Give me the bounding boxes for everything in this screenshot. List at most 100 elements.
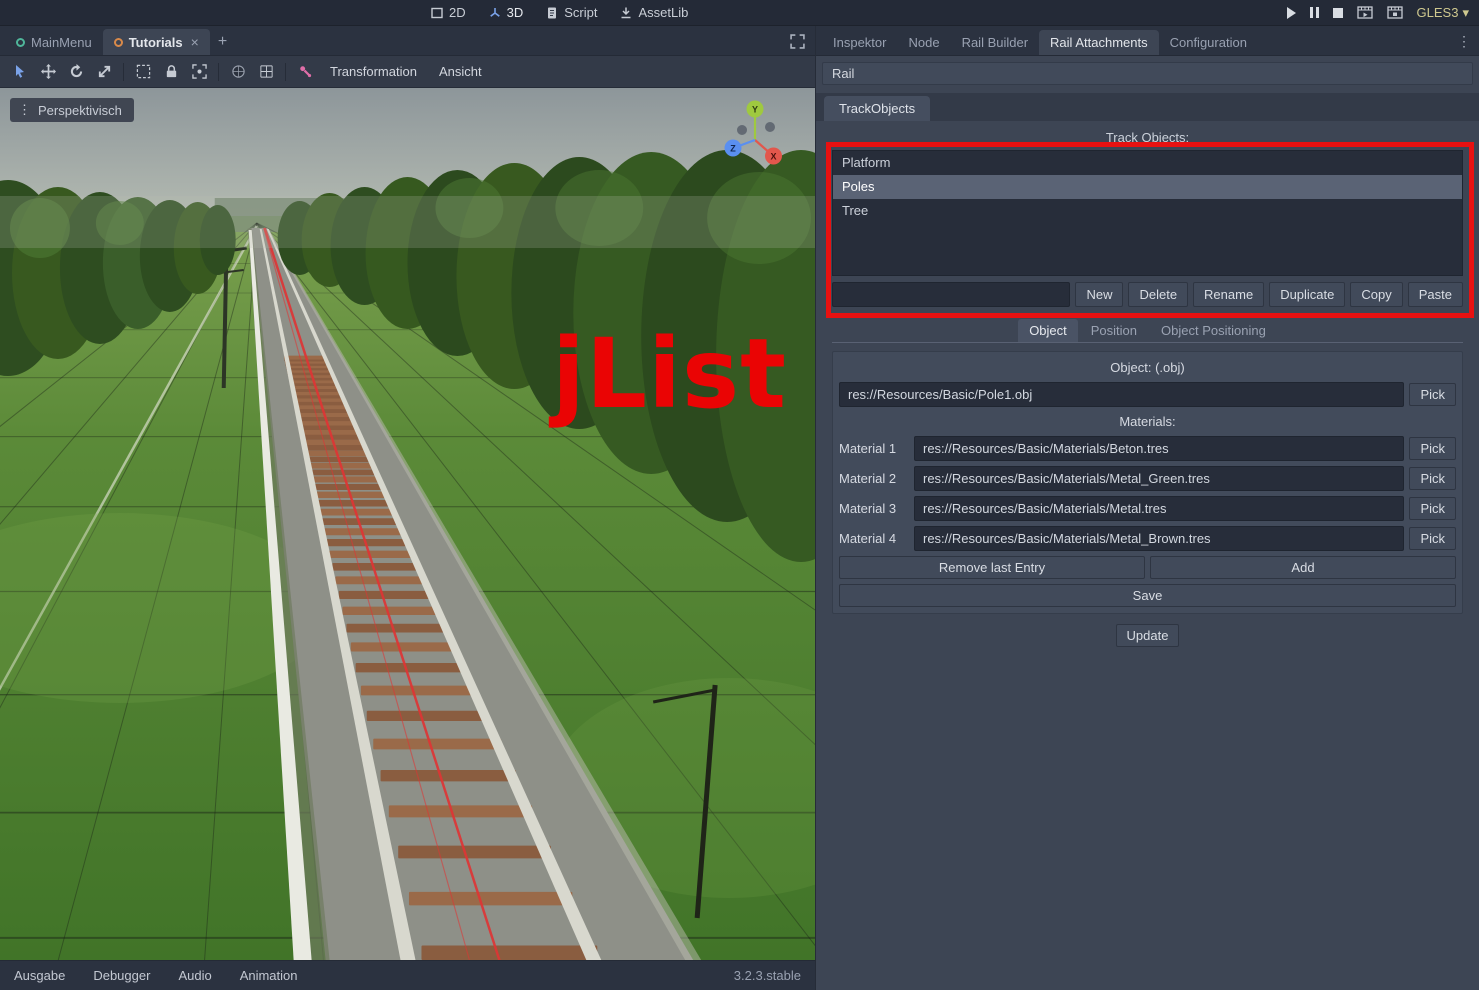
mode-2d-label: 2D — [449, 5, 466, 20]
viewport-watermark: jList — [552, 318, 788, 430]
dock-menu-icon[interactable]: ⋮ — [1457, 33, 1471, 50]
tab-object-positioning[interactable]: Object Positioning — [1150, 319, 1277, 342]
scene-tab-mainmenu[interactable]: MainMenu — [5, 30, 103, 55]
scene-tab-tutorials[interactable]: Tutorials × — [102, 29, 210, 55]
material-4-field[interactable] — [914, 526, 1405, 551]
tab-rail-attachments[interactable]: Rail Attachments — [1039, 30, 1159, 55]
rotate-tool-icon[interactable] — [64, 60, 88, 84]
entry-action-row: Remove last Entry Add — [839, 556, 1456, 579]
rename-button[interactable]: Rename — [1193, 282, 1265, 307]
pick-material-4-button[interactable]: Pick — [1409, 527, 1456, 550]
bottom-tab-debugger[interactable]: Debugger — [93, 968, 150, 983]
viewport-toolbar: Transformation Ansicht — [0, 56, 815, 88]
list-item-poles[interactable]: Poles — [833, 175, 1462, 199]
copy-button[interactable]: Copy — [1350, 282, 1403, 307]
play-button[interactable] — [1286, 6, 1296, 19]
mode-script-button[interactable]: Script — [545, 5, 597, 20]
object-path-row: Pick — [839, 382, 1456, 407]
scene-icon — [113, 37, 123, 47]
rail-header-button[interactable]: Rail — [822, 62, 1473, 85]
bottom-tab-audio[interactable]: Audio — [178, 968, 211, 983]
move-tool-icon[interactable] — [36, 60, 60, 84]
mode-script-label: Script — [564, 5, 598, 20]
bottom-tab-ausgabe[interactable]: Ausgabe — [14, 968, 65, 983]
axis-gizmo[interactable]: Y X Z — [709, 96, 801, 178]
assetlib-download-icon — [621, 7, 631, 18]
tab-inspektor[interactable]: Inspektor — [822, 30, 897, 55]
material-2-label: Material 2 — [839, 471, 897, 486]
select-tool-icon[interactable] — [8, 60, 32, 84]
delete-button[interactable]: Delete — [1128, 282, 1189, 307]
perspective-menu-button[interactable]: ⋮ Perspektivisch — [10, 98, 134, 122]
play-scene-icon[interactable] — [1356, 6, 1373, 19]
bottom-tab-animation[interactable]: Animation — [240, 968, 298, 983]
scale-tool-icon[interactable] — [92, 60, 116, 84]
object-path-field[interactable] — [839, 382, 1405, 407]
mode-2d-button[interactable]: 2D — [430, 5, 466, 20]
playback-controls: GLES3 ▾ — [1286, 5, 1469, 21]
remove-last-entry-button[interactable]: Remove last Entry — [839, 556, 1145, 579]
tab-object[interactable]: Object — [1018, 319, 1078, 342]
rect-select-icon[interactable] — [131, 60, 155, 84]
list-action-row: New Delete Rename Duplicate Copy Paste — [832, 282, 1463, 307]
3d-scene-render — [0, 88, 815, 960]
tab-rail-builder-label: Rail Builder — [961, 35, 1029, 50]
play-custom-scene-icon[interactable] — [1386, 6, 1403, 19]
new-scene-tab-button[interactable]: + — [210, 33, 235, 55]
renderer-dropdown[interactable]: GLES3 ▾ — [1417, 5, 1469, 21]
scene-tab-tutorials-label: Tutorials — [128, 34, 183, 50]
mode-assetlib-label: AssetLib — [638, 5, 689, 20]
mode-3d-button[interactable]: 3D — [488, 5, 524, 20]
update-button[interactable]: Update — [1115, 624, 1180, 647]
material-3-field[interactable] — [914, 496, 1405, 521]
paste-button[interactable]: Paste — [1407, 282, 1463, 307]
transformation-menu[interactable]: Transformation — [321, 60, 426, 83]
pick-material-2-button[interactable]: Pick — [1409, 467, 1456, 490]
dock-panel: Inspektor Node Rail Builder Rail Attachm… — [816, 26, 1479, 990]
perspective-label: Perspektivisch — [38, 102, 122, 118]
tab-rail-builder[interactable]: Rail Builder — [951, 30, 1039, 55]
track-objects-list[interactable]: Platform Poles Tree — [832, 150, 1463, 276]
godot-editor-window: { "topbar": { "modes": ["2D", "3D", "Scr… — [0, 0, 1479, 990]
material-2-field[interactable] — [914, 466, 1405, 491]
material-1-field[interactable] — [914, 436, 1405, 461]
expand-viewport-icon[interactable] — [790, 34, 805, 49]
axis-x-label: X — [770, 152, 776, 162]
new-button[interactable]: New — [1075, 282, 1124, 307]
mesh-icon[interactable] — [226, 60, 250, 84]
ansicht-menu[interactable]: Ansicht — [430, 60, 491, 83]
tab-trackobjects[interactable]: TrackObjects — [824, 96, 931, 121]
tab-configuration[interactable]: Configuration — [1159, 30, 1258, 55]
tab-position[interactable]: Position — [1080, 319, 1148, 342]
materials-header: Materials: — [1119, 414, 1176, 429]
trackobjects-tab-row: TrackObjects — [816, 93, 1479, 121]
material-row: Material 3 Pick — [839, 496, 1456, 521]
3d-viewport[interactable]: ⋮ Perspektivisch Y X Z jList — [0, 88, 815, 960]
material-3-label: Material 3 — [839, 501, 897, 516]
editor-top-bar: 2D 3D Script AssetLib GLES3 ▾ — [0, 0, 1479, 26]
tab-node[interactable]: Node — [897, 30, 950, 55]
pick-material-1-button[interactable]: Pick — [1409, 437, 1456, 460]
scene-tab-mainmenu-label: MainMenu — [31, 35, 92, 50]
mode-3d-label: 3D — [506, 5, 524, 20]
save-button[interactable]: Save — [839, 584, 1456, 607]
skeleton-icon[interactable] — [293, 60, 317, 84]
duplicate-button[interactable]: Duplicate — [1269, 282, 1346, 307]
pick-material-3-button[interactable]: Pick — [1409, 497, 1456, 520]
snap-icon[interactable] — [254, 60, 278, 84]
list-item-platform[interactable]: Platform — [833, 151, 1462, 175]
stop-button[interactable] — [1332, 7, 1343, 18]
close-tab-icon[interactable]: × — [191, 34, 199, 50]
object-settings-section: Object: (.obj) Pick Materials: Material … — [832, 351, 1463, 614]
group-icon[interactable] — [187, 60, 211, 84]
object-name-input[interactable] — [832, 282, 1071, 307]
scene-tab-bar: MainMenu Tutorials × + — [0, 26, 815, 56]
mode-assetlib-button[interactable]: AssetLib — [619, 5, 688, 20]
pick-object-button[interactable]: Pick — [1409, 383, 1456, 406]
2d-icon — [431, 7, 443, 18]
material-4-label: Material 4 — [839, 531, 897, 546]
add-button[interactable]: Add — [1150, 556, 1456, 579]
lock-icon[interactable] — [159, 60, 183, 84]
pause-button[interactable] — [1309, 7, 1319, 18]
list-item-tree[interactable]: Tree — [833, 199, 1462, 223]
